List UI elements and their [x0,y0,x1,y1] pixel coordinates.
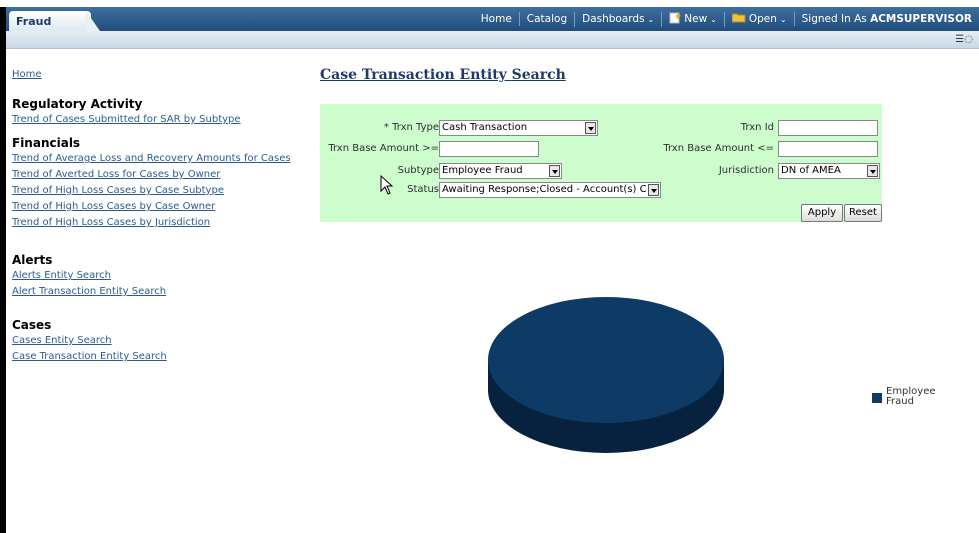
nav-dashboards[interactable]: Dashboards ⌄ [574,11,661,27]
link-case-transaction-search[interactable]: Case Transaction Entity Search [12,349,312,365]
nav-new[interactable]: New ⌄ [661,11,724,27]
chevron-down-icon: ⌄ [779,14,787,24]
pie-chart [488,297,724,453]
link-trend-high-loss-owner[interactable]: Trend of High Loss Cases by Case Owner [12,199,312,215]
app-frame: Fraud Home Catalog Dashboards ⌄ New ⌄ Open… [6,7,979,533]
trxn-type-value: Cash Transaction [442,122,528,133]
header-bar: Fraud Home Catalog Dashboards ⌄ New ⌄ Open… [6,7,979,31]
signed-in-user[interactable]: ACMSUPERVISOR [870,13,972,25]
reset-button[interactable]: Reset [844,204,882,222]
nav-new-label: New [684,12,708,25]
new-icon [669,11,682,23]
nav-dashboards-label: Dashboards [582,12,645,25]
chevron-down-icon [867,165,878,177]
nav-home[interactable]: Home [474,12,519,26]
legend-swatch [872,393,882,403]
left-navigation: Home Regulatory Activity Trend of Cases … [12,67,312,365]
signed-in-as: Signed In As ACMSUPERVISOR [793,12,979,26]
section-financials: Financials [12,136,81,150]
status-select[interactable]: Awaiting Response;Closed - Account(s) C [439,182,661,198]
link-trend-sar-subtype[interactable]: Trend of Cases Submitted for SAR by Subt… [12,112,312,128]
nav-catalog[interactable]: Catalog [518,12,574,26]
signed-in-prefix: Signed In As [801,13,867,25]
trxn-id-input[interactable] [778,120,878,136]
link-alerts-entity-search[interactable]: Alerts Entity Search [12,268,312,284]
link-trend-averted-loss[interactable]: Trend of Averted Loss for Cases by Owner [12,167,312,183]
base-amount-ge-input[interactable] [439,141,539,157]
pie-group [488,297,724,453]
nav-open-label: Open [748,12,777,25]
mouse-cursor-icon [380,175,394,195]
search-form: * Trxn Type Cash Transaction Trxn Base A… [320,104,882,222]
base-amount-ge-label: Trxn Base Amount >= [328,143,439,154]
jurisdiction-label: Jurisdiction [718,165,774,176]
chevron-down-icon: ⌄ [710,14,717,24]
tab-slant [86,11,100,31]
chevron-down-icon: ⌄ [647,14,655,24]
link-trend-high-loss-subtype[interactable]: Trend of High Loss Cases by Case Subtype [12,183,312,199]
chevron-down-icon [585,122,596,134]
page-options-icon[interactable]: ☰◌ [955,34,973,45]
chevron-down-icon [549,165,560,177]
subtype-select[interactable]: Employee Fraud [439,163,562,179]
section-cases: Cases [12,318,52,332]
link-cases-entity-search[interactable]: Cases Entity Search [12,333,312,349]
apply-button[interactable]: Apply [801,204,843,222]
chevron-down-icon [648,184,659,196]
trxn-type-select[interactable]: Cash Transaction [439,120,598,136]
top-strip [0,0,979,7]
status-value: Awaiting Response;Closed - Account(s) C [442,184,647,195]
home-link[interactable]: Home [12,67,312,83]
base-amount-le-label: Trxn Base Amount <= [663,143,774,154]
jurisdiction-value: DN of AMEA [781,165,841,176]
tab-fraud-label: Fraud [16,15,52,28]
pie-slice-employee-fraud[interactable] [488,297,724,423]
section-regulatory-activity: Regulatory Activity [12,97,143,111]
subtype-label: Subtype [397,165,439,176]
legend-label-line2: Fraud [886,396,914,407]
link-trend-average-loss[interactable]: Trend of Average Loss and Recovery Amoun… [12,151,312,167]
link-alert-transaction-search[interactable]: Alert Transaction Entity Search [12,284,312,300]
link-trend-high-loss-jurisdiction[interactable]: Trend of High Loss Cases by Jurisdiction [12,215,312,231]
folder-icon [731,13,746,22]
nav-open[interactable]: Open ⌄ [723,11,794,27]
status-label: Status [407,184,439,195]
page-title: Case Transaction Entity Search [320,67,566,83]
global-nav: Home Catalog Dashboards ⌄ New ⌄ Open ⌄ Sign… [474,7,979,31]
trxn-type-label: * Trxn Type [383,122,439,133]
legend-label: Employee Fraud [886,387,936,407]
base-amount-le-input[interactable] [778,141,878,157]
section-alerts: Alerts [12,253,53,267]
subtype-value: Employee Fraud [442,165,523,176]
tab-fraud[interactable]: Fraud [9,11,91,31]
jurisdiction-select[interactable]: DN of AMEA [778,163,880,179]
trxn-id-label: Trxn Id [740,122,774,133]
sub-toolbar: ☰◌ [6,31,979,49]
